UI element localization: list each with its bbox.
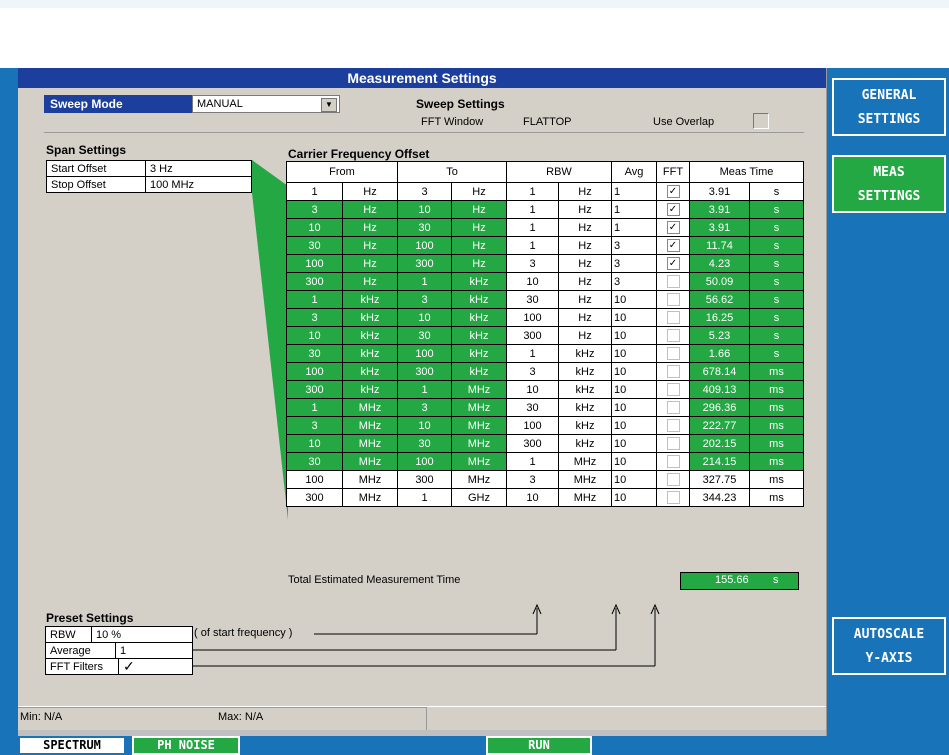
- meas-settings-button[interactable]: MEAS SETTINGS: [832, 155, 946, 213]
- status-bar: [18, 707, 427, 730]
- meas-settings-line2: SETTINGS: [857, 189, 921, 204]
- autoscale-y-axis-button[interactable]: AUTOSCALE Y-AXIS: [832, 617, 946, 675]
- general-settings-line1: GENERAL: [861, 88, 917, 103]
- autoscale-line2: Y-AXIS: [865, 651, 913, 666]
- preset-connector-lines: [193, 603, 660, 667]
- top-band: [0, 0, 949, 8]
- autoscale-line1: AUTOSCALE: [853, 627, 925, 642]
- spectrum-button[interactable]: SPECTRUM: [18, 736, 126, 755]
- general-settings-button[interactable]: GENERAL SETTINGS: [832, 78, 946, 136]
- meas-settings-line1: MEAS: [873, 165, 905, 180]
- ph-noise-button[interactable]: PH NOISE: [132, 736, 240, 755]
- run-button[interactable]: RUN: [486, 736, 592, 755]
- measurement-settings-panel: Measurement Settings Sweep Mode MANUAL ▼…: [18, 68, 827, 736]
- general-settings-line2: SETTINGS: [857, 112, 921, 127]
